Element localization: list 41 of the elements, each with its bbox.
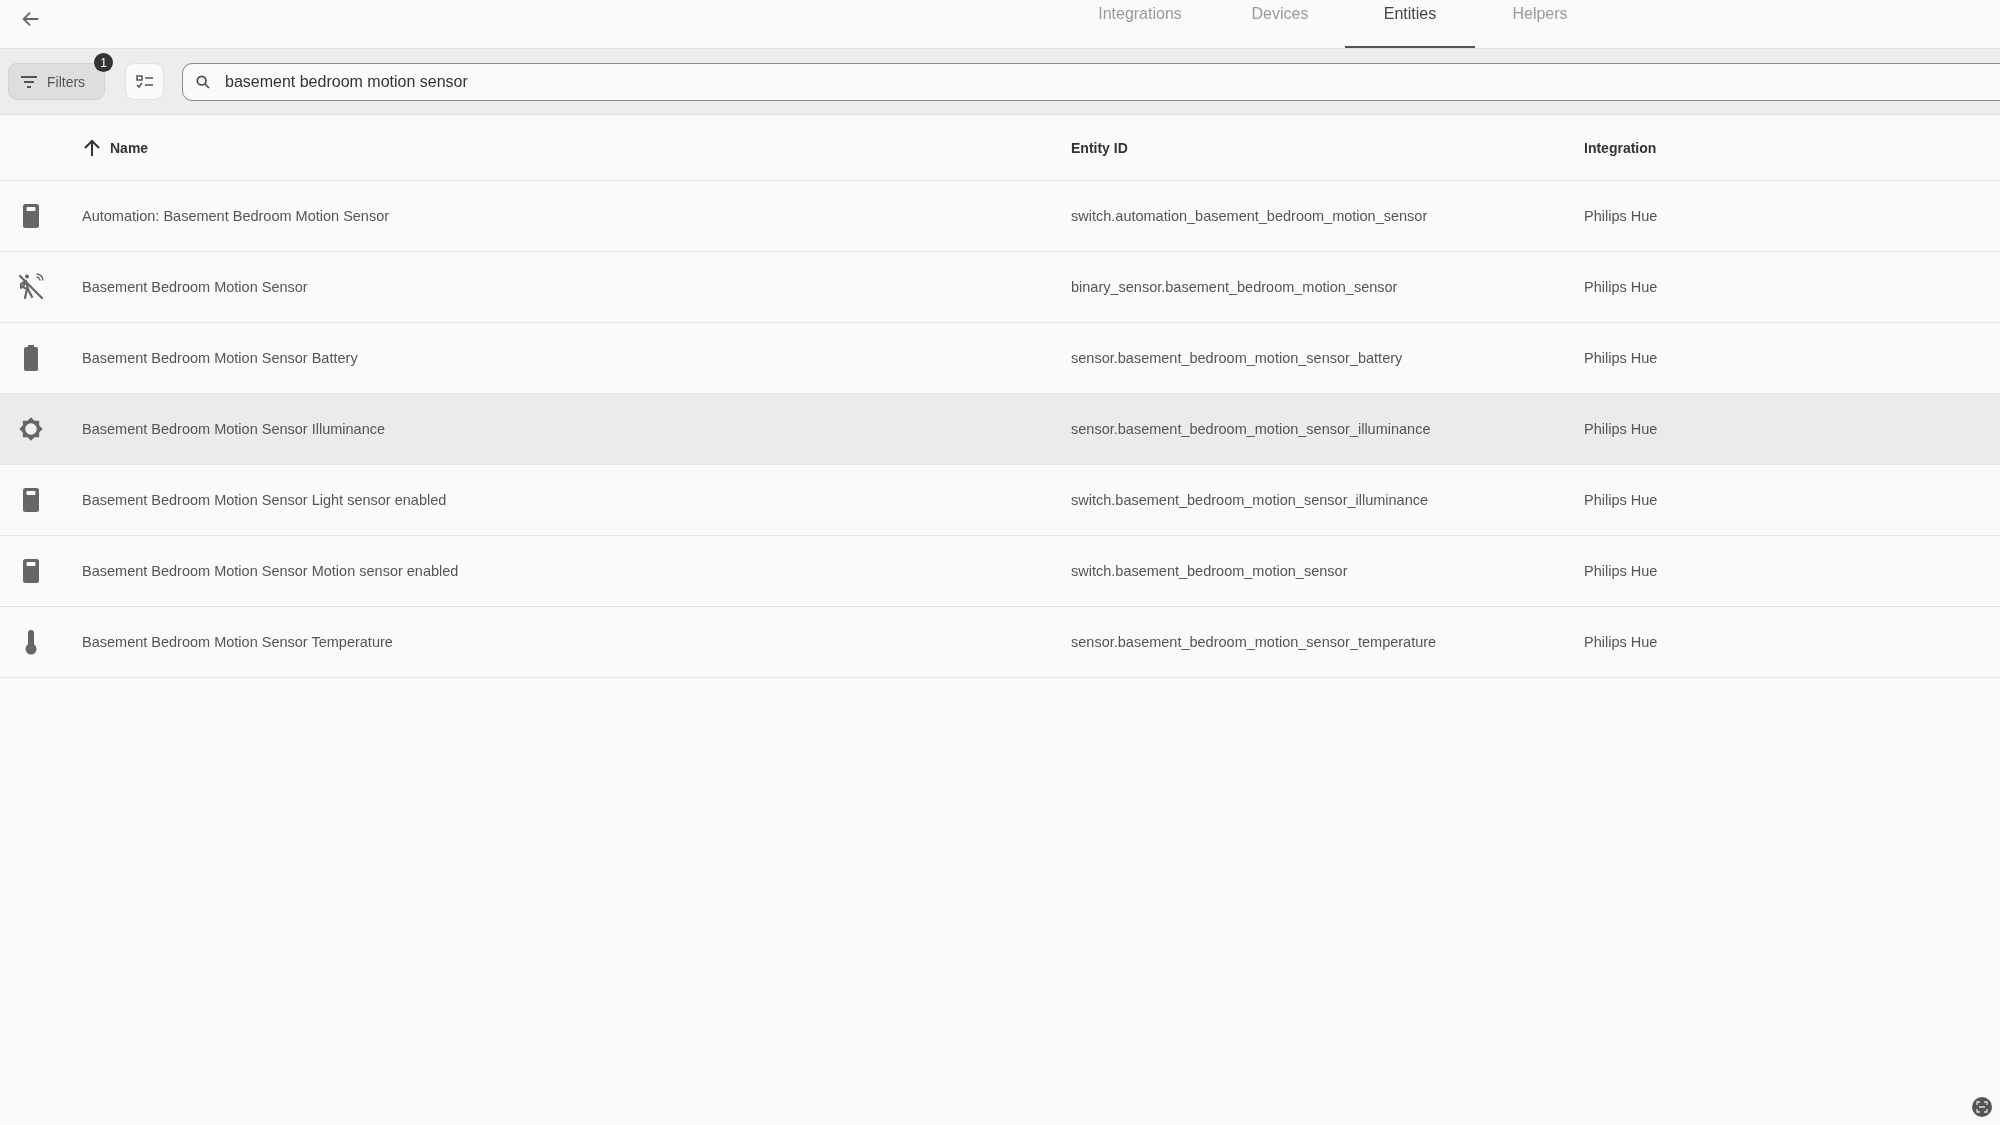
scan-icon [1976, 1101, 1988, 1113]
table-cell-text: Basement Bedroom Motion Sensor Temperature [82, 634, 394, 650]
column-header[interactable]: Name [82, 137, 149, 158]
walking-person-icon [17, 273, 45, 301]
table-cell-text: sensor.basement_bedroom_motion_sensor_battery [1071, 350, 1404, 366]
search-input[interactable]: basement bedroom motion sensor [223, 71, 2000, 92]
table-cell-text: Automation: Basement Bedroom Motion Sensor [82, 208, 391, 224]
brightness-icon [17, 415, 45, 443]
table-cell-text: Philips Hue [1584, 350, 1659, 366]
table-cell-text: Philips Hue [1584, 279, 1659, 295]
search-icon [195, 73, 211, 90]
search-field[interactable]: basement bedroom motion sensor [182, 62, 2000, 101]
table-cell-text: Philips Hue [1584, 563, 1659, 579]
table-cell-text: sensor.basement_bedroom_motion_sensor_temperature [1071, 634, 1438, 650]
checklist-icon [135, 74, 154, 89]
table-cell-text: binary_sensor.basement_bedroom_motion_sensor [1071, 279, 1399, 295]
table-cell-text: switch.basement_bedroom_motion_sensor [1071, 563, 1349, 579]
battery-icon [23, 345, 39, 371]
table-cell-text: Basement Bedroom Motion Sensor [82, 279, 309, 295]
table-cell-text: switch.basement_bedroom_motion_sensor_illuminance [1071, 492, 1430, 508]
table-cell-text: switch.automation_basement_bedroom_motion_sensor [1071, 208, 1429, 224]
table-cell-text: sensor.basement_bedroom_motion_sensor_illuminance [1071, 421, 1432, 437]
table-cell-text: Basement Bedroom Motion Sensor Battery [82, 350, 359, 366]
column-header[interactable]: Entity ID [1071, 139, 1128, 156]
table-cell-text: Philips Hue [1584, 421, 1659, 437]
thermometer-icon [24, 629, 38, 655]
table-row[interactable]: Basement Bedroom Motion Sensor Illuminance sensor.basement_bedroom_motion_sensor_illuminance Philips Hue [0, 394, 2000, 465]
table-cell-text: Philips Hue [1584, 634, 1659, 650]
column-header[interactable]: Integration [1584, 139, 1657, 156]
switch-icon [22, 558, 40, 584]
table-cell-text: Philips Hue [1584, 208, 1659, 224]
table-cell-text: Basement Bedroom Motion Sensor Motion sensor enabled [82, 563, 460, 579]
filter-icon [21, 75, 37, 88]
scan-button[interactable] [1972, 1097, 1992, 1117]
switch-icon [22, 487, 40, 513]
selection-mode-button[interactable] [125, 63, 164, 100]
table-cell-text: Philips Hue [1584, 492, 1659, 508]
table-cell-text: Basement Bedroom Motion Sensor Light sensor enabled [82, 492, 448, 508]
filter-count-badge: 1 [94, 53, 113, 72]
table-cell-text: Basement Bedroom Motion Sensor Illuminance [82, 421, 387, 437]
switch-icon [22, 203, 40, 229]
